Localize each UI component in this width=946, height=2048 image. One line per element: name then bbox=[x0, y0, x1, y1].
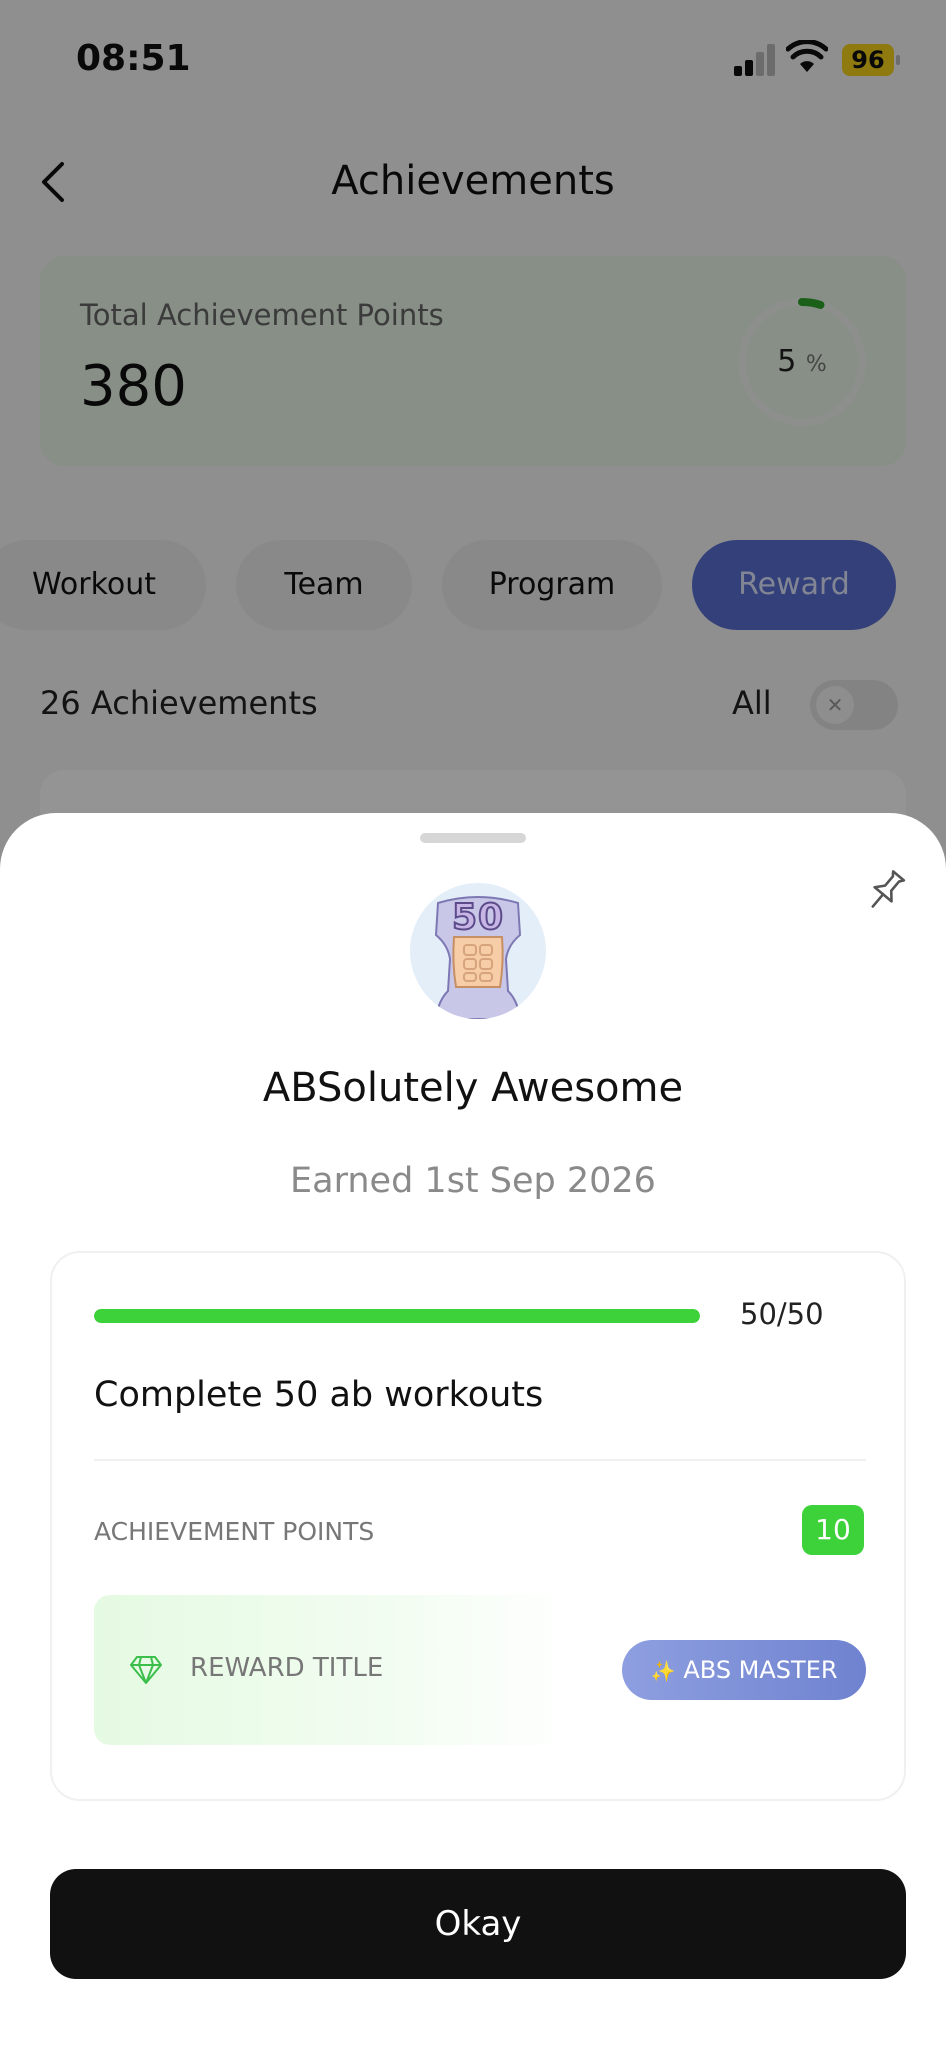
achievement-detail-card: 50/50 Complete 50 ab workouts ACHIEVEMEN… bbox=[50, 1251, 906, 1801]
progress-bar bbox=[94, 1309, 700, 1323]
reward-title-pill: ✨ ABS MASTER bbox=[622, 1640, 866, 1700]
okay-button[interactable]: Okay bbox=[50, 1869, 906, 1979]
achievement-detail-sheet: 50 ABSolutely Awesome Earned 1st Sep 202… bbox=[0, 813, 946, 2048]
achievement-points-badge: 10 bbox=[802, 1505, 864, 1555]
progress-text: 50/50 bbox=[740, 1297, 824, 1331]
progress-bar-fill bbox=[94, 1309, 700, 1323]
earned-date: Earned 1st Sep 2026 bbox=[290, 1161, 656, 1201]
divider bbox=[94, 1459, 866, 1461]
badge-number: 50 bbox=[451, 896, 505, 939]
achievement-badge: 50 bbox=[410, 883, 546, 1019]
reward-title-value: ABS MASTER bbox=[683, 1656, 838, 1684]
achievement-title: ABSolutely Awesome bbox=[262, 1065, 684, 1111]
sparkles-icon: ✨ bbox=[650, 1659, 676, 1683]
achievement-points-label: ACHIEVEMENT POINTS bbox=[94, 1517, 375, 1546]
reward-title-label: REWARD TITLE bbox=[190, 1653, 384, 1683]
sheet-grabber[interactable] bbox=[420, 833, 526, 843]
achievement-task: Complete 50 ab workouts bbox=[94, 1375, 544, 1415]
pin-icon[interactable] bbox=[858, 865, 912, 919]
diamond-icon bbox=[130, 1656, 162, 1684]
reward-title-row: REWARD TITLE ✨ ABS MASTER bbox=[94, 1595, 866, 1745]
